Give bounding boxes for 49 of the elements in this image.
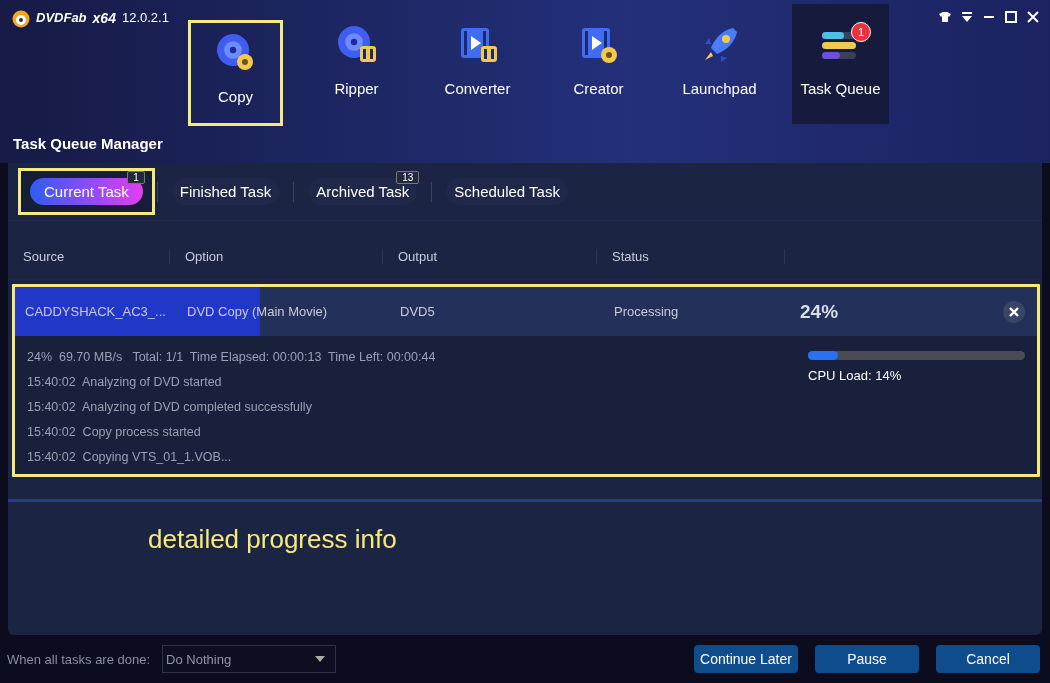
module-tab[interactable]: Task Queue 1 xyxy=(792,4,889,124)
table-cell-text: DVD5 xyxy=(399,304,436,319)
footer-button[interactable]: Cancel xyxy=(936,645,1040,673)
log-line: 15:40:02 Analyzing of DVD completed successfully xyxy=(27,400,313,414)
maximize-icon[interactable] xyxy=(1004,10,1018,24)
module-label: Converter xyxy=(444,80,511,97)
page-title: Task Queue Manager xyxy=(12,134,164,152)
module-label: Task Queue xyxy=(800,80,881,97)
annotation-text: detailed progress info xyxy=(147,523,398,555)
module-label: Ripper xyxy=(334,80,379,97)
count-badge: 1 xyxy=(127,171,145,184)
logo-icon xyxy=(12,10,30,28)
module-tab[interactable]: Launchpad xyxy=(659,0,780,130)
progress-summary: 24% 69.70 MB/s Total: 1/1 Time Elapsed: 00:00:13 Time Left: 00:00:44 xyxy=(27,350,436,364)
count-badge: 13 xyxy=(396,171,420,184)
footer-button[interactable]: Pause xyxy=(815,645,919,673)
module-label: Launchpad xyxy=(682,80,757,97)
module-tab[interactable]: Ripper xyxy=(296,0,417,130)
dropdown-menu-icon[interactable] xyxy=(960,10,974,24)
module-tab[interactable]: Converter xyxy=(417,0,538,130)
close-icon[interactable] xyxy=(1026,10,1040,24)
module-label: Creator xyxy=(573,80,624,97)
close-icon xyxy=(1008,305,1020,318)
logo-text: DVDFab xyxy=(36,10,87,25)
caret-icon xyxy=(315,656,326,662)
module-label: Copy xyxy=(218,88,253,105)
completion-label: When all tasks are done: xyxy=(7,651,151,667)
column-header: Output xyxy=(383,248,597,264)
close-button[interactable] xyxy=(1003,300,1025,323)
task-tab[interactable]: Finished Task xyxy=(171,178,280,205)
arch-label: x64 xyxy=(92,10,116,26)
log-line: 15:40:02 Copying VTS_01_1.VOB... xyxy=(27,450,233,464)
completion-dropdown[interactable]: Do Nothing xyxy=(162,645,337,673)
progress-percent: 24% xyxy=(799,300,839,323)
table-cell-text: Processing xyxy=(613,304,680,319)
column-header: Option xyxy=(170,248,383,264)
version-label: 12.0.2.1 xyxy=(121,10,169,25)
table-cell-text: CADDYSHACK_AC3_... xyxy=(24,304,167,319)
log-line: 15:40:02 Analyzing of DVD started xyxy=(27,375,223,389)
notification-badge: 1 xyxy=(851,22,871,42)
column-header: Status xyxy=(597,248,785,264)
column-header: Source xyxy=(8,248,170,264)
module-tab[interactable]: Creator xyxy=(538,0,659,130)
log-line: 15:40:02 Copy process started xyxy=(27,425,202,439)
footer-button[interactable]: Continue Later xyxy=(694,645,798,673)
cpu-load-label: CPU Load: 14% xyxy=(808,368,903,383)
task-tab[interactable]: Scheduled Task xyxy=(446,178,568,205)
skin-icon[interactable] xyxy=(938,10,952,24)
module-tab[interactable]: Copy xyxy=(188,20,283,126)
